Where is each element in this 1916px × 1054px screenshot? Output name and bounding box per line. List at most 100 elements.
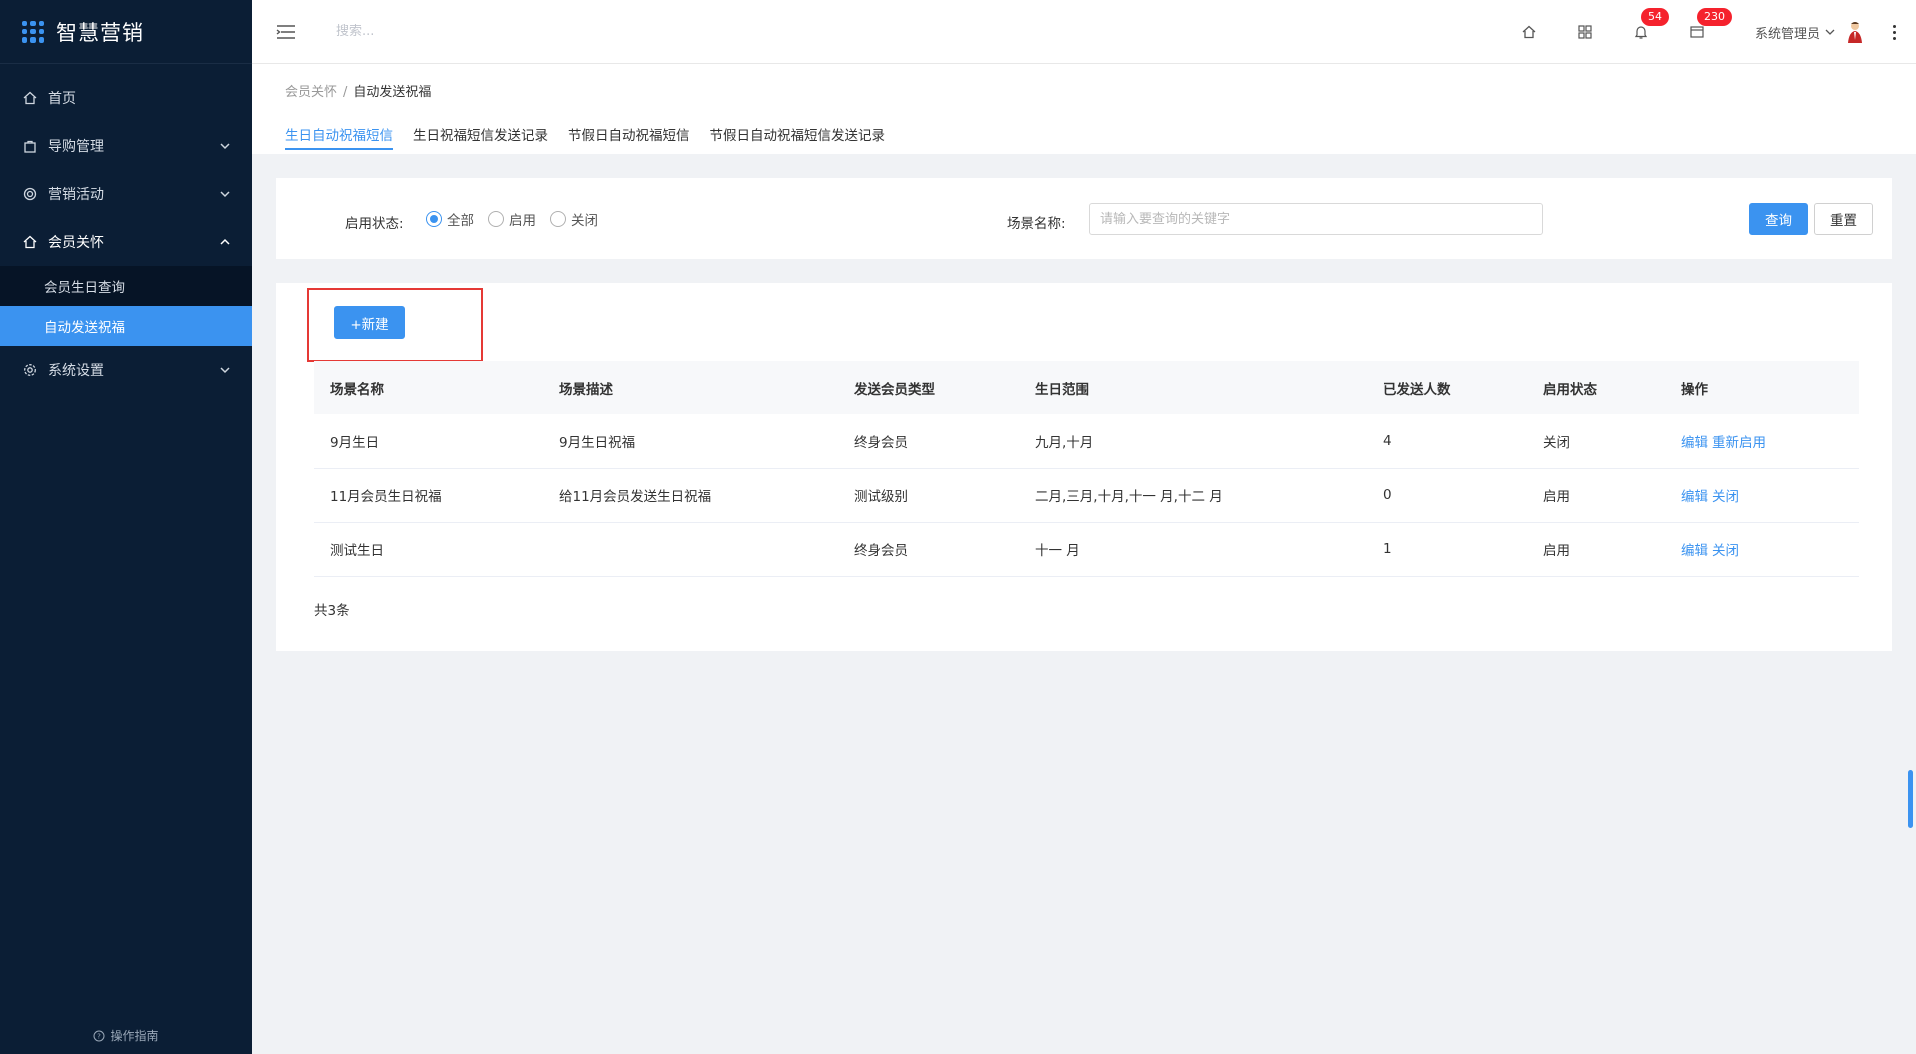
user-name: 系统管理员 [1754,26,1820,42]
help-icon: ? [93,1030,105,1041]
home-icon [22,90,38,106]
cell-sent-count: 1 [1383,541,1392,557]
radio-circle [426,211,442,227]
cell-status: 启用 [1543,489,1570,505]
cell-birthday-range: 十一 月 [1035,543,1080,559]
notification-badge: 54 [1640,8,1669,26]
tab-birthday-auto-sms[interactable]: 生日自动祝福短信 [285,124,393,150]
breadcrumb-current: 自动发送祝福 [353,85,432,100]
message-badge: 230 [1696,8,1732,26]
guide-label: 操作指南 [110,1029,159,1043]
cell-status: 关闭 [1543,434,1570,451]
tab-birthday-sms-records[interactable]: 生日祝福短信发送记录 [413,124,548,150]
cell-actions: 编辑 关闭 [1665,522,1859,576]
sidebar: 智慧营销 首页 导购管理 营销活动 会员关怀 会员生日查询 自动发送祝福 系统设… [0,0,252,1054]
radio-label: 关闭 [571,213,598,229]
home-icon[interactable] [1519,22,1539,42]
cell-scene-name: 9月生日 [330,434,380,451]
chevron-up-icon [220,238,230,245]
table-row: 测试生日 终身会员 十一 月 1 启用 编辑 关闭 [314,522,1859,576]
menu-toggle-icon[interactable] [276,24,296,40]
app-title: 智慧营销 [56,20,144,45]
sidebar-item-label: 导购管理 [48,139,104,155]
table-header-row: 场景名称 场景描述 发送会员类型 生日范围 已发送人数 启用状态 操作 [314,361,1859,414]
chevron-down-icon [220,367,230,374]
radio-all[interactable]: 全部 [426,209,474,229]
header-actions: 54 230 系统管理员 [1519,0,1916,64]
radio-circle [550,211,566,227]
top-header: 54 230 系统管理员 [252,0,1916,64]
sidebar-item-label: 会员关怀 [48,235,104,251]
column-header: 场景描述 [559,381,613,398]
sidebar-menu: 首页 导购管理 营销活动 会员关怀 会员生日查询 自动发送祝福 系统设置 [0,74,252,394]
bell-icon[interactable]: 54 [1631,8,1669,42]
column-header: 已发送人数 [1383,381,1451,398]
new-button[interactable]: +新建 [334,306,405,339]
sidebar-item-settings[interactable]: 系统设置 [0,346,252,394]
edit-link[interactable]: 编辑 [1681,543,1708,559]
column-header: 启用状态 [1543,381,1597,398]
filter-panel: 启用状态: 全部 启用 关闭 场景名称: 查询 重置 [276,178,1892,259]
cell-scene-name: 测试生日 [330,543,384,559]
radio-enabled[interactable]: 启用 [488,209,536,229]
reenable-link[interactable]: 重新启用 [1712,435,1766,451]
message-icon[interactable]: 230 [1687,8,1732,42]
query-button[interactable]: 查询 [1749,203,1808,235]
submenu-member-care: 会员生日查询 自动发送祝福 [0,266,252,346]
sidebar-item-label: 首页 [48,91,76,107]
sidebar-item-label: 系统设置 [48,363,104,379]
cell-sent-count: 0 [1383,487,1392,503]
disable-link[interactable]: 关闭 [1712,489,1739,505]
radio-disabled[interactable]: 关闭 [550,209,598,229]
cell-status: 启用 [1543,543,1570,559]
home-icon [22,234,38,250]
chevron-down-icon [1825,29,1835,35]
edit-link[interactable]: 编辑 [1681,435,1708,451]
status-radio-group: 全部 启用 关闭 [426,209,612,229]
gear-icon [22,362,38,378]
page-head: 会员关怀 / 自动发送祝福 生日自动祝福短信 生日祝福短信发送记录 节假日自动祝福短… [252,64,1916,154]
sidebar-item-home[interactable]: 首页 [0,74,252,122]
scene-name-label: 场景名称: [1007,216,1066,232]
column-header: 场景名称 [330,381,384,398]
cell-scene-desc [543,522,838,576]
scene-name-input[interactable] [1089,203,1543,235]
operation-guide-link[interactable]: ? 操作指南 [0,1027,252,1044]
cell-member-type: 终身会员 [854,434,908,451]
cell-member-type: 终身会员 [854,543,908,559]
disable-link[interactable]: 关闭 [1712,543,1739,559]
logo[interactable]: 智慧营销 [0,0,252,64]
cell-member-type: 测试级别 [854,489,908,505]
sidebar-item-auto-greeting[interactable]: 自动发送祝福 [0,306,252,346]
sidebar-item-birthday-query[interactable]: 会员生日查询 [0,266,252,306]
column-header: 发送会员类型 [854,381,935,398]
search-input[interactable] [336,24,576,39]
table-row: 9月生日 9月生日祝福 终身会员 九月,十月 4 关闭 编辑 重新启用 [314,414,1859,468]
status-filter-label: 启用状态: [345,216,404,232]
breadcrumb: 会员关怀 / 自动发送祝福 [285,81,431,100]
cell-scene-desc: 给11月会员发送生日祝福 [559,489,712,505]
chevron-down-icon [220,191,230,198]
chevron-down-icon [220,143,230,150]
radio-label: 启用 [509,213,536,229]
tab-holiday-sms-records[interactable]: 节假日自动祝福短信发送记录 [710,124,886,150]
breadcrumb-separator: / [343,85,348,100]
tab-holiday-auto-sms[interactable]: 节假日自动祝福短信 [568,124,690,150]
cell-scene-name: 11月会员生日祝福 [330,489,442,505]
breadcrumb-parent[interactable]: 会员关怀 [285,85,337,100]
sidebar-item-guide-management[interactable]: 导购管理 [0,122,252,170]
cell-scene-desc: 9月生日祝福 [559,434,636,451]
sidebar-item-marketing[interactable]: 营销活动 [0,170,252,218]
radio-label: 全部 [447,213,474,229]
apps-icon[interactable] [1575,22,1595,42]
table-row: 11月会员生日祝福 给11月会员发送生日祝福 测试级别 二月,三月,十月,十一 … [314,468,1859,522]
sidebar-item-member-care[interactable]: 会员关怀 [0,218,252,266]
user-menu[interactable]: 系统管理员 [1755,20,1864,44]
cell-birthday-range: 九月,十月 [1035,434,1094,451]
scrollbar-thumb[interactable] [1908,770,1913,828]
apps-grid-icon [22,20,44,43]
edit-link[interactable]: 编辑 [1681,489,1708,505]
reset-button[interactable]: 重置 [1814,203,1873,235]
cell-birthday-range: 二月,三月,十月,十一 月,十二 月 [1035,489,1223,505]
more-options-icon[interactable] [1884,24,1904,40]
